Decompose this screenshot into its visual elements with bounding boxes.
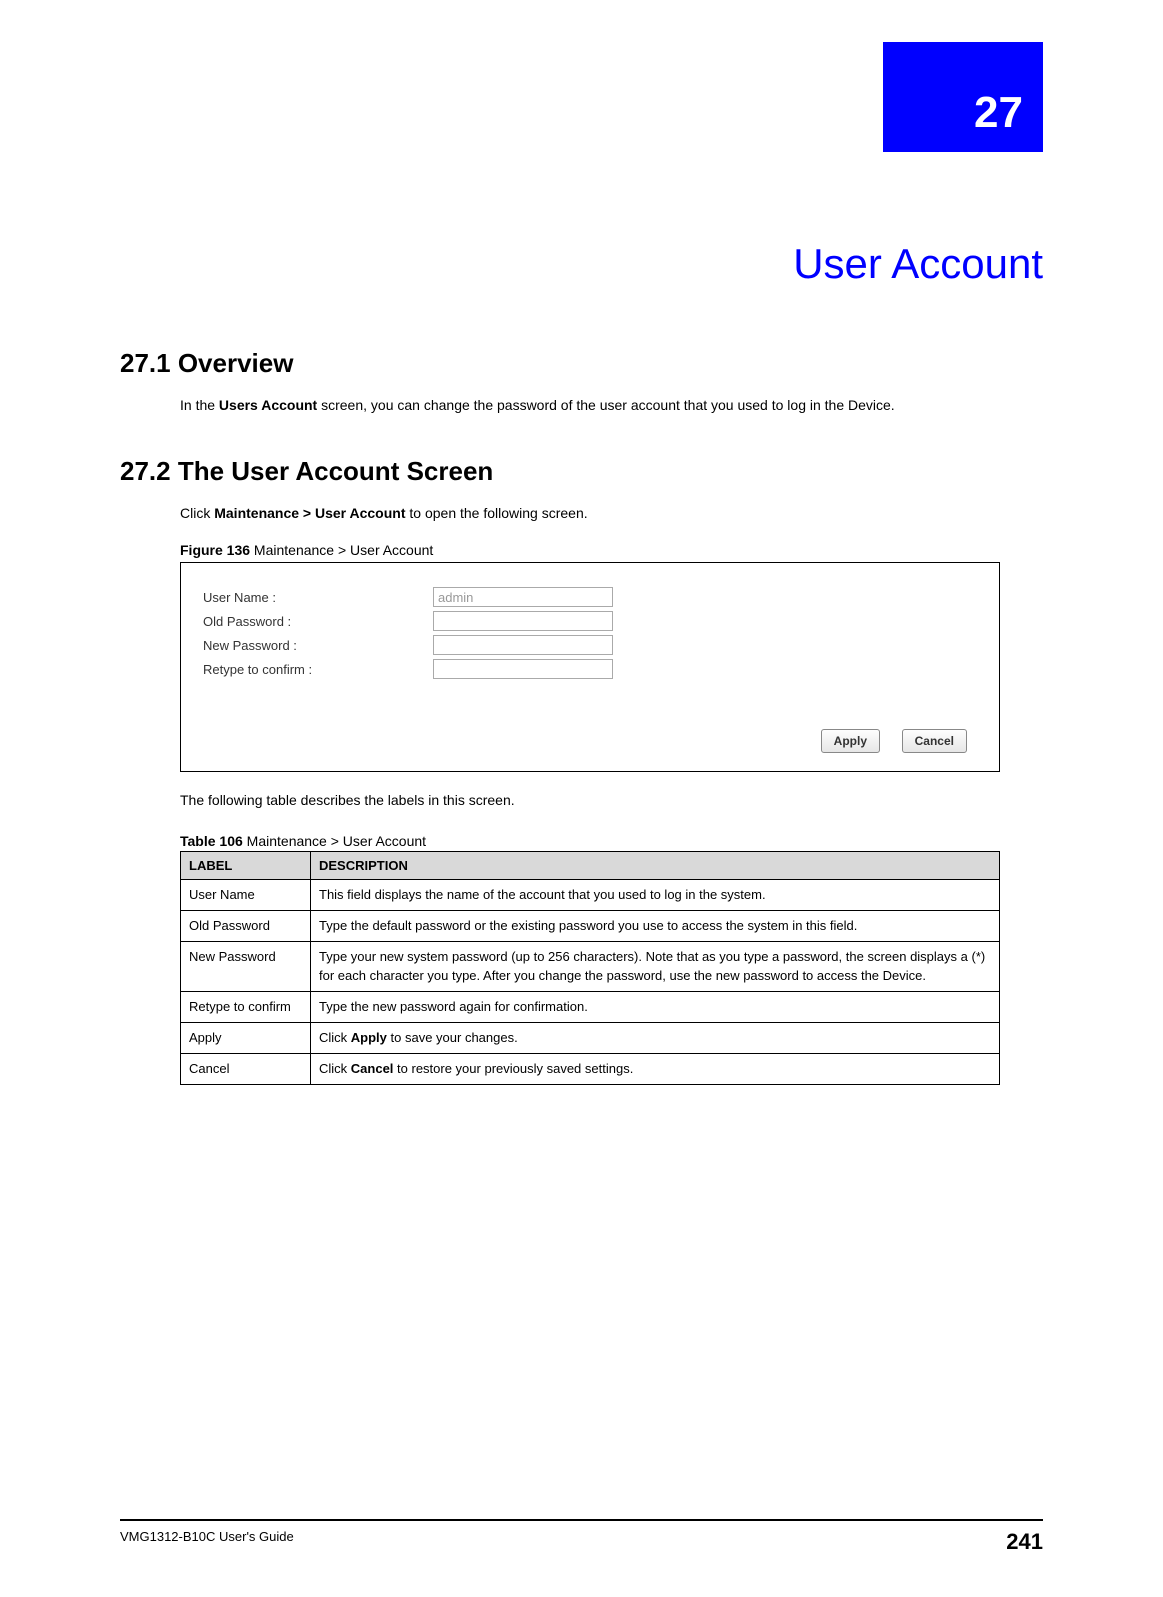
apply-button[interactable]: Apply [821, 729, 880, 753]
text: Click [319, 1030, 351, 1045]
figure-title: Maintenance > User Account [250, 542, 433, 558]
form-row-username: User Name : [203, 587, 977, 607]
new-password-input[interactable] [433, 635, 613, 655]
username-input[interactable] [433, 587, 613, 607]
table-header-row: LABEL DESCRIPTION [181, 852, 1000, 880]
button-row: Apply Cancel [203, 729, 977, 753]
text: to restore your previously saved setting… [393, 1061, 633, 1076]
text: Click [180, 505, 214, 521]
bold-text: Cancel [351, 1061, 394, 1076]
after-figure-text: The following table describes the labels… [180, 790, 1043, 811]
text: to open the following screen. [406, 505, 588, 521]
chapter-number-tab: 27 [883, 42, 1043, 152]
table-row: Cancel Click Cancel to restore your prev… [181, 1054, 1000, 1085]
table-cell-label: Apply [181, 1022, 311, 1053]
section-27-2-heading: 27.2 The User Account Screen [120, 456, 1043, 487]
table-cell-desc: Type the default password or the existin… [311, 911, 1000, 942]
bold-text: Apply [351, 1030, 387, 1045]
section-27-2-body: Click Maintenance > User Account to open… [180, 503, 1043, 524]
table-row: Retype to confirm Type the new password … [181, 991, 1000, 1022]
cancel-button[interactable]: Cancel [902, 729, 967, 753]
chapter-title: User Account [120, 240, 1043, 288]
description-table: LABEL DESCRIPTION User Name This field d… [180, 851, 1000, 1085]
table-title: Maintenance > User Account [243, 833, 426, 849]
table-cell-label: User Name [181, 880, 311, 911]
chapter-number: 27 [974, 88, 1023, 138]
form-label: Retype to confirm : [203, 662, 433, 677]
form-label: New Password : [203, 638, 433, 653]
figure-screenshot: User Name : Old Password : New Password … [180, 562, 1000, 772]
table-cell-desc: Click Cancel to restore your previously … [311, 1054, 1000, 1085]
figure-caption: Figure 136 Maintenance > User Account [180, 542, 1043, 558]
table-cell-desc: Type the new password again for confirma… [311, 991, 1000, 1022]
table-caption: Table 106 Maintenance > User Account [180, 833, 1043, 849]
bold-text: Users Account [219, 397, 317, 413]
footer-guide-name: VMG1312-B10C User's Guide [120, 1529, 294, 1555]
table-cell-label: Cancel [181, 1054, 311, 1085]
table-header-desc: DESCRIPTION [311, 852, 1000, 880]
table-header-label: LABEL [181, 852, 311, 880]
table-cell-label: Retype to confirm [181, 991, 311, 1022]
table-row: Old Password Type the default password o… [181, 911, 1000, 942]
form-row-retype: Retype to confirm : [203, 659, 977, 679]
page: 27 User Account 27.1 Overview In the Use… [0, 0, 1163, 1597]
table-row: New Password Type your new system passwo… [181, 942, 1000, 991]
table-cell-desc: This field displays the name of the acco… [311, 880, 1000, 911]
text: to save your changes. [387, 1030, 518, 1045]
figure-label: Figure 136 [180, 542, 250, 558]
form-label: User Name : [203, 590, 433, 605]
form-label: Old Password : [203, 614, 433, 629]
form-row-newpassword: New Password : [203, 635, 977, 655]
table-cell-desc: Type your new system password (up to 256… [311, 942, 1000, 991]
table-label: Table 106 [180, 833, 243, 849]
retype-password-input[interactable] [433, 659, 613, 679]
old-password-input[interactable] [433, 611, 613, 631]
form-row-oldpassword: Old Password : [203, 611, 977, 631]
table-cell-desc: Click Apply to save your changes. [311, 1022, 1000, 1053]
bold-text: Maintenance > User Account [214, 505, 405, 521]
section-27-1-heading: 27.1 Overview [120, 348, 1043, 379]
table-row: Apply Click Apply to save your changes. [181, 1022, 1000, 1053]
section-27-1-body: In the Users Account screen, you can cha… [180, 395, 1043, 416]
text: screen, you can change the password of t… [317, 397, 894, 413]
table-row: User Name This field displays the name o… [181, 880, 1000, 911]
table-cell-label: New Password [181, 942, 311, 991]
page-footer: VMG1312-B10C User's Guide 241 [120, 1519, 1043, 1555]
page-number: 241 [1006, 1529, 1043, 1555]
text: Click [319, 1061, 351, 1076]
text: In the [180, 397, 219, 413]
table-cell-label: Old Password [181, 911, 311, 942]
